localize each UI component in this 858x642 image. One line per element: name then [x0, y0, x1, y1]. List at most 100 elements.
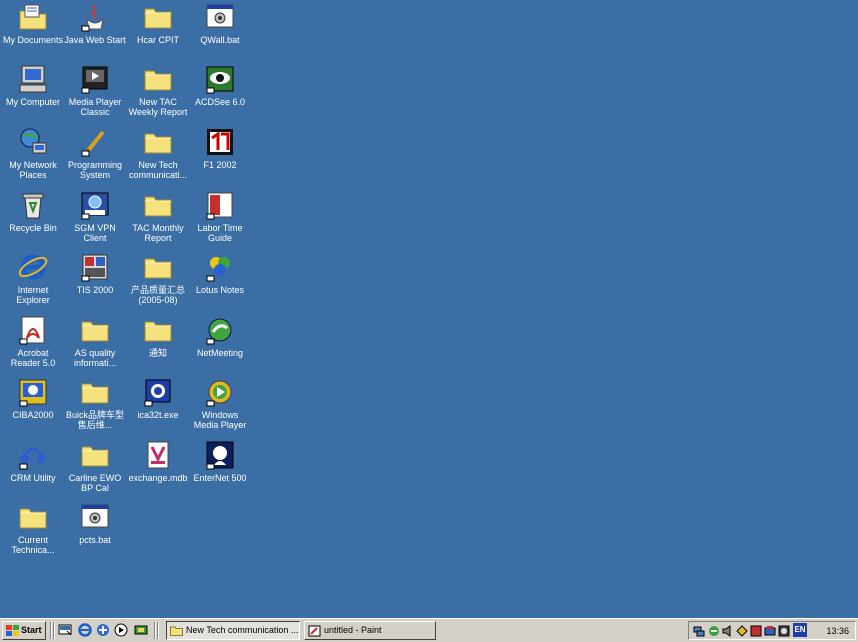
desktop-icon[interactable]: exchange.mdb	[127, 438, 189, 498]
desktop-icon[interactable]: SGM VPN Client	[64, 188, 126, 248]
desktop-icon[interactable]: Buick品牌车型售后维...	[64, 375, 126, 435]
desktop-icon[interactable]: Lotus Notes	[189, 250, 251, 310]
folder-icon	[142, 251, 174, 283]
access-database-icon	[142, 439, 174, 471]
desktop-icon[interactable]: AS quality informati...	[64, 313, 126, 373]
taskbar-separator	[53, 622, 55, 639]
language-label: EN	[794, 625, 806, 634]
desktop-icon-label: Buick品牌车型售后维...	[65, 410, 124, 430]
desktop-icon[interactable]: TIS 2000	[64, 250, 126, 310]
windows-logo-icon	[6, 625, 19, 636]
outlook-express-icon[interactable]	[96, 623, 110, 637]
desktop-icon-label: Carline EWO BP Cal	[68, 473, 122, 493]
desktop-icon[interactable]: Java Web Start	[64, 0, 126, 60]
system-tray: EN 13:36	[688, 621, 856, 640]
clock[interactable]: 13:36	[826, 624, 849, 638]
folder-icon	[142, 189, 174, 221]
crm-utility-icon	[17, 439, 49, 471]
desktop-icon[interactable]: Carline EWO BP Cal	[64, 438, 126, 498]
desktop-icon[interactable]: Current Technica...	[2, 500, 64, 560]
desktop-icon[interactable]: Acrobat Reader 5.0	[2, 313, 64, 373]
ciba2000-icon	[17, 376, 49, 408]
language-indicator[interactable]: EN	[793, 623, 807, 637]
desktop-icon-label: New Tech communicati...	[128, 160, 188, 180]
desktop-icon[interactable]: New TAC Weekly Report	[127, 62, 189, 122]
desktop-icon-label: 通知	[148, 348, 167, 358]
desktop-icon[interactable]: 通知	[127, 313, 189, 373]
task-button-untitled-paint[interactable]: untitled - Paint	[304, 621, 436, 640]
folder-icon	[170, 625, 183, 636]
desktop-icon[interactable]: NetMeeting	[189, 313, 251, 373]
desktop-icon-label: CIBA2000	[12, 410, 54, 420]
desktop-icon[interactable]: EnterNet 500	[189, 438, 251, 498]
desktop-icon[interactable]: My Documents	[2, 0, 64, 60]
acdsee-icon	[204, 63, 236, 95]
desktop-icon-label: TIS 2000	[76, 285, 114, 295]
start-label: Start	[21, 625, 42, 635]
desktop-icon[interactable]: 产品质量汇总(2005-08)	[127, 250, 189, 310]
desktop-icon[interactable]: My Computer	[2, 62, 64, 122]
taskbar: Start New Tech communication ... untitle…	[0, 618, 858, 642]
network-places-icon	[17, 126, 49, 158]
app-tray-icon-2[interactable]	[764, 624, 776, 636]
desktop-icon[interactable]: Hcar CPIT	[127, 0, 189, 60]
internet-explorer-icon[interactable]	[78, 623, 92, 637]
desktop-icon-label: SGM VPN Client	[74, 223, 116, 243]
taskbar-separator	[154, 622, 156, 639]
desktop[interactable]: My Documents Java Web Start Hcar CPIT QWall…	[0, 0, 858, 618]
app-tray-icon-3[interactable]	[778, 624, 790, 637]
desktop-icon[interactable]: CRM Utility	[2, 438, 64, 498]
desktop-icon-label: F1 2002	[203, 160, 237, 170]
windows-media-player-icon	[204, 376, 236, 408]
desktop-icon[interactable]: QWall.bat	[189, 0, 251, 60]
media-player-classic-icon	[79, 63, 111, 95]
desktop-icon-label: Windows Media Player	[193, 410, 247, 430]
desktop-icon-label: My Computer	[5, 97, 60, 107]
desktop-icon[interactable]: New Tech communicati...	[127, 125, 189, 185]
show-desktop-icon[interactable]	[58, 623, 72, 637]
desktop-icon-label: EnterNet 500	[193, 473, 247, 483]
security-icon[interactable]	[736, 624, 748, 637]
folder-icon	[17, 501, 49, 533]
my-computer-icon	[17, 63, 49, 95]
vpn-client-icon	[79, 189, 111, 221]
desktop-icon-label: CRM Utility	[10, 473, 56, 483]
network-icon[interactable]	[693, 624, 705, 637]
desktop-icon[interactable]: F1 2002	[189, 125, 251, 185]
desktop-icon-label: ica32t.exe	[137, 410, 179, 420]
ica32t-exe-icon	[142, 376, 174, 408]
desktop-icon[interactable]: Recycle Bin	[2, 188, 64, 248]
task-label: New Tech communication ...	[186, 625, 299, 635]
desktop-icon[interactable]: Programming System	[64, 125, 126, 185]
app-tray-icon[interactable]	[750, 624, 762, 637]
desktop-icon[interactable]: My Network Places	[2, 125, 64, 185]
media-player-icon[interactable]	[114, 623, 128, 637]
programming-system-icon	[79, 126, 111, 158]
folder-icon	[79, 439, 111, 471]
volume-icon[interactable]	[722, 624, 734, 637]
internet-explorer-icon	[17, 251, 49, 283]
desktop-icon[interactable]: Labor Time Guide	[189, 188, 251, 248]
desktop-icon[interactable]: CIBA2000	[2, 375, 64, 435]
app-icon[interactable]	[134, 623, 148, 637]
my-documents-icon	[17, 1, 49, 33]
desktop-icon-label: Lotus Notes	[195, 285, 245, 295]
java-web-start-icon	[79, 1, 111, 33]
task-button-new-tech-communication[interactable]: New Tech communication ...	[166, 621, 300, 640]
desktop-icon-label: 产品质量汇总(2005-08)	[130, 285, 185, 305]
desktop-icon-label: Internet Explorer	[16, 285, 50, 305]
desktop-icon[interactable]: ACDSee 6.0	[189, 62, 251, 122]
desktop-icon[interactable]: Media Player Classic	[64, 62, 126, 122]
desktop-icon[interactable]: pcts.bat	[64, 500, 126, 560]
desktop-icon-label: AS quality informati...	[73, 348, 116, 368]
desktop-icon-label: My Documents	[2, 35, 64, 45]
desktop-icon[interactable]: TAC Monthly Report	[127, 188, 189, 248]
desktop-icon[interactable]: ica32t.exe	[127, 375, 189, 435]
start-button[interactable]: Start	[2, 621, 46, 640]
desktop-icon[interactable]: Internet Explorer	[2, 250, 64, 310]
desktop-icon[interactable]: Windows Media Player	[189, 375, 251, 435]
update-icon[interactable]	[708, 624, 720, 636]
desktop-icon-label: exchange.mdb	[128, 473, 188, 483]
netmeeting-icon	[204, 314, 236, 346]
labor-time-guide-icon	[204, 189, 236, 221]
